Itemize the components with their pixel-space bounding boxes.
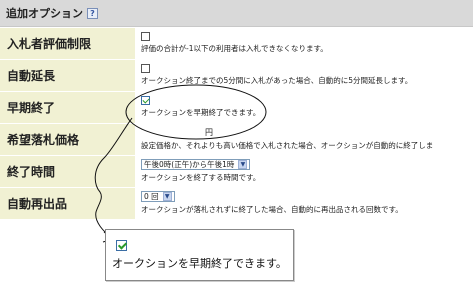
option-row-end-time: 終了時間 午後0時(正午)から午後1時 ▼ オークションを終了する時間です。	[0, 156, 473, 188]
option-description: オークションを終了する時間です。	[141, 173, 261, 182]
relist-count-select[interactable]: 0 回 ▼	[141, 191, 175, 202]
option-value: 午後0時(正午)から午後1時 ▼ オークションを終了する時間です。	[135, 156, 473, 187]
option-row-bidder-rating: 入札者評価制限 評価の合計が-1以下の利用者は入札できなくなります。	[0, 28, 473, 60]
option-value: オークションを早期終了できます。	[135, 92, 473, 123]
option-description: オークションを早期終了できます。	[141, 107, 261, 117]
option-label: 希望落札価格	[0, 124, 135, 155]
callout-checkbox	[116, 240, 127, 251]
option-description: 評価の合計が-1以下の利用者は入札できなくなります。	[141, 43, 328, 53]
option-row-buy-price: 希望落札価格 円 設定価格か、それよりも高い価格で入札された場合、オークションが…	[0, 124, 473, 156]
option-value: 円 設定価格か、それよりも高い価格で入札された場合、オークションが自動的に終了し…	[135, 124, 473, 155]
option-description: オークション終了までの5分間に入札があった場合、自動的に5分間延長します。	[141, 75, 413, 85]
option-value: 評価の合計が-1以下の利用者は入札できなくなります。	[135, 28, 473, 59]
option-label: 自動再出品	[0, 188, 135, 219]
option-label: 自動延長	[0, 60, 135, 91]
option-label: 終了時間	[0, 156, 135, 187]
end-time-select[interactable]: 午後0時(正午)から午後1時 ▼	[141, 159, 251, 170]
bidder-rating-checkbox[interactable]	[141, 31, 150, 41]
price-unit: 円	[205, 128, 213, 137]
option-description: オークションが落札されずに終了した場合、自動的に再出品される回数です。	[141, 205, 403, 214]
chevron-down-icon[interactable]: ▼	[162, 192, 172, 201]
help-icon[interactable]: ?	[87, 7, 98, 19]
callout-text: オークションを早期終了できます。	[112, 257, 287, 270]
options-table: 入札者評価制限 評価の合計が-1以下の利用者は入札できなくなります。 自動延長 …	[0, 28, 473, 220]
section-title: 追加オプション	[6, 7, 83, 20]
option-description: 設定価格か、それよりも高い価格で入札された場合、オークションが自動的に終了しま	[141, 141, 434, 150]
option-label: 入札者評価制限	[0, 28, 135, 59]
auto-extend-checkbox[interactable]	[141, 63, 150, 73]
option-row-relist: 自動再出品 0 回 ▼ オークションが落札されずに終了した場合、自動的に再出品さ…	[0, 188, 473, 220]
early-end-checkbox[interactable]	[141, 95, 150, 105]
option-value: オークション終了までの5分間に入札があった場合、自動的に5分間延長します。	[135, 60, 473, 91]
buy-price-input[interactable]	[141, 129, 201, 138]
option-row-auto-extend: 自動延長 オークション終了までの5分間に入札があった場合、自動的に5分間延長しま…	[0, 60, 473, 92]
zoom-callout: オークションを早期終了できます。	[105, 229, 294, 281]
section-header: 追加オプション ?	[0, 0, 473, 27]
chevron-down-icon[interactable]: ▼	[238, 160, 248, 169]
end-time-selected: 午後0時(正午)から午後1時	[144, 160, 235, 169]
relist-selected: 0 回	[144, 192, 159, 201]
option-row-early-end: 早期終了 オークションを早期終了できます。	[0, 92, 473, 124]
option-value: 0 回 ▼ オークションが落札されずに終了した場合、自動的に再出品される回数です…	[135, 188, 473, 219]
option-label: 早期終了	[0, 92, 135, 123]
